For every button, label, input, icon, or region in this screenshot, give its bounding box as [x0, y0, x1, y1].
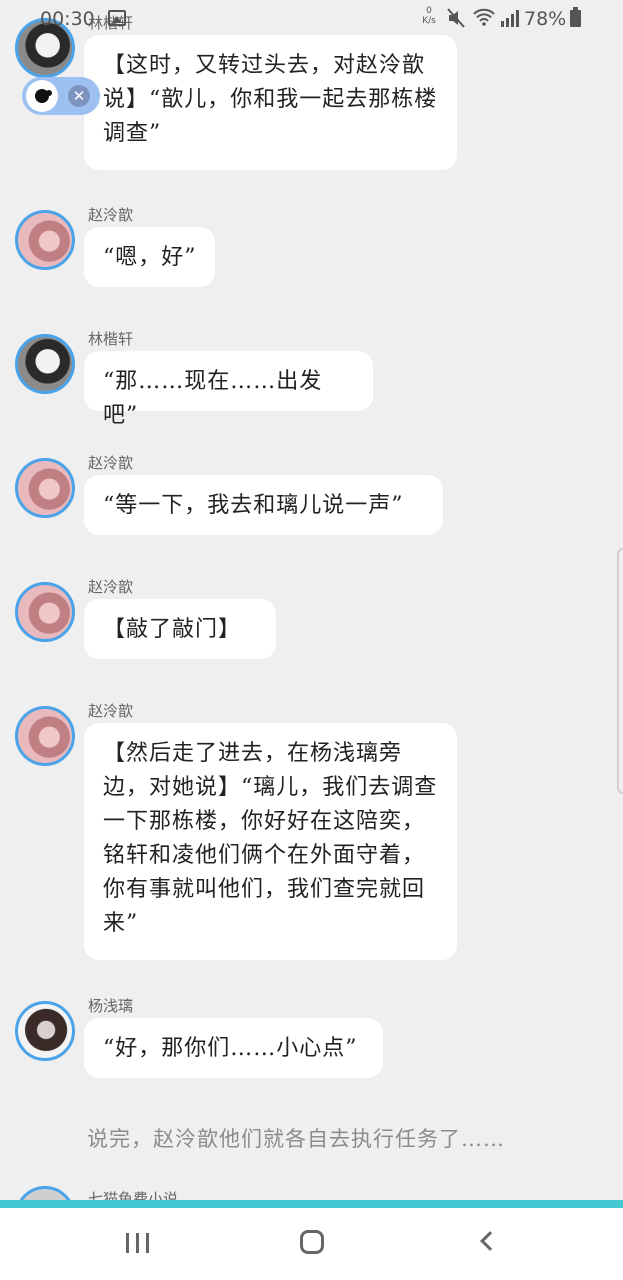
- home-icon[interactable]: [300, 1230, 324, 1254]
- avatar[interactable]: [15, 1001, 75, 1061]
- mute-icon: [446, 7, 466, 34]
- avatar[interactable]: [15, 334, 75, 394]
- net-speed: 0 K/s: [418, 6, 440, 26]
- sender-name: 赵泠歆: [88, 206, 134, 224]
- battery-icon: [570, 7, 581, 27]
- accent-line: [0, 1200, 623, 1208]
- floating-audio-player[interactable]: ✕: [22, 77, 100, 115]
- signal-icon: [500, 9, 520, 32]
- message-bubble: “等一下，我去和璃儿说一声”: [84, 475, 443, 535]
- back-icon[interactable]: [480, 1231, 500, 1251]
- narration-text: 说完，赵泠歆他们就各自去执行任务了……: [87, 1127, 505, 1151]
- wifi-icon: [472, 7, 496, 32]
- message-bubble: 【敲了敲门】: [84, 599, 276, 659]
- sender-name: 赵泠歆: [88, 578, 134, 596]
- avatar[interactable]: [15, 582, 75, 642]
- avatar[interactable]: [15, 706, 75, 766]
- message-bubble: “好，那你们……小心点”: [84, 1018, 383, 1078]
- audio-disc-icon[interactable]: [26, 80, 58, 112]
- image-icon: [108, 10, 126, 26]
- sender-name: 赵泠歆: [88, 702, 134, 720]
- message-bubble: “那……现在……出发吧”: [84, 351, 373, 428]
- chat-screen: 00:30 0 K/s 78% 林楷轩 【这时，又转过头去，对赵泠歆说】“歆儿，…: [0, 0, 623, 1280]
- avatar[interactable]: [15, 458, 75, 518]
- edge-panel-handle[interactable]: [617, 548, 623, 794]
- status-bar: 00:30 0 K/s 78%: [0, 0, 623, 38]
- avatar[interactable]: [15, 210, 75, 270]
- message-bubble: “嗯，好”: [84, 227, 215, 287]
- net-speed-unit: K/s: [422, 16, 436, 26]
- status-time: 00:30: [40, 8, 95, 30]
- sender-name: 赵泠歆: [88, 454, 134, 472]
- sender-name: 杨浅璃: [88, 997, 134, 1015]
- battery-percent: 78%: [524, 8, 567, 30]
- close-icon[interactable]: ✕: [68, 85, 90, 107]
- net-speed-value: 0: [426, 6, 432, 16]
- recents-icon[interactable]: [126, 1233, 150, 1253]
- message-bubble: 【这时，又转过头去，对赵泠歆说】“歆儿，你和我一起去那栋楼调查”: [84, 35, 457, 170]
- message-bubble: 【然后走了进去，在杨浅璃旁边，对她说】“璃儿，我们去调查一下那栋楼，你好好在这陪…: [84, 723, 457, 960]
- sender-name: 林楷轩: [88, 330, 134, 348]
- navigation-bar: [0, 1208, 623, 1280]
